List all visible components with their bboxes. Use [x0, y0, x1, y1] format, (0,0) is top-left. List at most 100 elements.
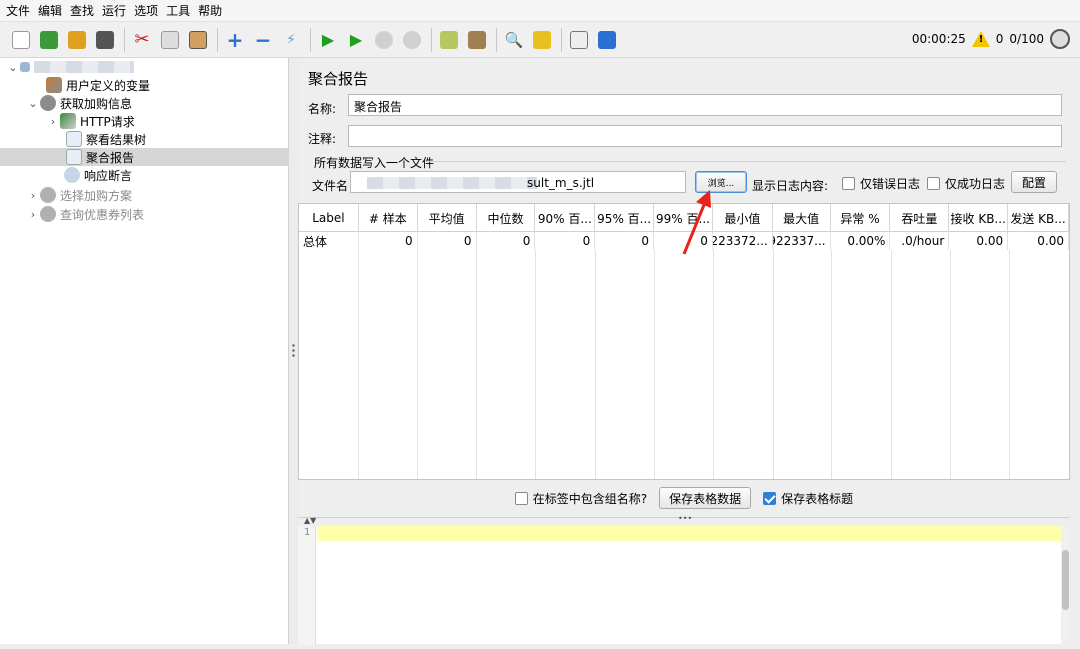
table-cell: .0/hour — [890, 232, 950, 250]
log-editor[interactable]: ▲▼ ••• 1 — [298, 514, 1070, 645]
menu-options[interactable]: 选项 — [134, 2, 158, 19]
tree-item-test-plan[interactable]: ⌄ — [6, 58, 134, 76]
column-header[interactable]: 平均值 — [418, 204, 477, 232]
open-button[interactable] — [66, 29, 88, 51]
thread-group-icon — [40, 206, 56, 222]
tree-item-choose-cart-plan[interactable]: › 选择加购方案 — [26, 186, 132, 204]
reset-search-button[interactable] — [531, 29, 553, 51]
chevron-down-icon[interactable]: ⌄ — [6, 61, 20, 74]
chevron-right-icon[interactable]: › — [46, 115, 60, 128]
current-line-highlight — [317, 526, 1062, 541]
column-header[interactable]: 最小值 — [713, 204, 773, 232]
chevron-right-icon[interactable]: › — [26, 208, 40, 221]
listener-icon — [66, 149, 82, 165]
toolbar-separator — [561, 27, 562, 52]
column-header[interactable]: 90% 百... — [535, 204, 596, 232]
test-plan-icon — [20, 62, 30, 72]
remove-button[interactable]: − — [252, 28, 274, 52]
comment-field[interactable] — [348, 125, 1062, 147]
start-button[interactable]: ▶ — [317, 29, 339, 51]
search-icon: 🔍 — [504, 30, 524, 49]
menu-file[interactable]: 文件 — [6, 2, 30, 19]
warning-icon[interactable] — [971, 31, 990, 47]
include-group-label: 在标签中包含组名称? — [532, 491, 648, 506]
menu-run[interactable]: 运行 — [102, 2, 126, 19]
chevron-down-icon[interactable]: ⌄ — [26, 97, 40, 110]
checkbox-box[interactable] — [842, 177, 855, 190]
column-header[interactable]: 接收 KB... — [949, 204, 1009, 232]
search-button[interactable]: 🔍 — [503, 29, 525, 51]
template-button[interactable] — [38, 29, 60, 51]
column-header[interactable]: 95% 百... — [595, 204, 655, 232]
editor-scrollbar[interactable] — [1061, 526, 1070, 645]
save-table-data-button[interactable]: 保存表格数据 — [659, 487, 752, 509]
success-only-checkbox[interactable]: 仅成功日志 — [927, 175, 1005, 192]
tree-item-aggregate-report[interactable]: 聚合报告 — [0, 148, 289, 166]
column-header[interactable]: Label — [299, 204, 359, 232]
stop-button[interactable] — [373, 29, 395, 51]
column-header[interactable]: # 样本 — [359, 204, 418, 232]
column-header[interactable]: 中位数 — [477, 204, 536, 232]
tree-item-label: 选择加购方案 — [60, 188, 133, 203]
shutdown-button[interactable] — [401, 29, 423, 51]
new-button[interactable] — [10, 29, 32, 51]
drag-handle-icon[interactable]: ••• — [678, 514, 692, 523]
menu-search[interactable]: 查找 — [70, 2, 94, 19]
paste-button[interactable] — [187, 29, 209, 51]
grid-line — [477, 250, 536, 479]
cut-button[interactable]: ✂ — [131, 29, 153, 51]
include-group-checkbox[interactable]: 在标签中包含组名称? — [514, 490, 648, 507]
errors-only-checkbox[interactable]: 仅错误日志 — [842, 175, 920, 192]
elapsed-timer: 00:00:25 — [911, 32, 966, 46]
menu-help[interactable]: 帮助 — [198, 2, 222, 19]
checkbox-box-checked[interactable] — [763, 491, 777, 505]
help-button[interactable] — [596, 29, 618, 51]
log-content-label: 显示日志内容: — [752, 179, 829, 193]
table-cell: 0 — [359, 232, 418, 250]
clear-button[interactable] — [438, 29, 460, 51]
file-group-title: 所有数据写入一个文件 — [314, 156, 435, 170]
grid-line — [951, 250, 1010, 479]
table-cell: 0 — [418, 232, 477, 250]
checkbox-box[interactable] — [927, 177, 940, 190]
save-button[interactable] — [94, 29, 116, 51]
table-cell: 9223372... — [713, 232, 773, 250]
name-field[interactable]: 聚合报告 — [348, 94, 1062, 116]
scrollbar-thumb[interactable] — [1062, 550, 1069, 610]
tree-item-user-variables[interactable]: 用户定义的变量 — [46, 76, 150, 94]
new-icon — [12, 30, 30, 49]
column-header[interactable]: 最大值 — [773, 204, 831, 232]
tree-item-view-results-tree[interactable]: 察看结果树 — [66, 130, 146, 148]
column-header[interactable]: 发送 KB... — [1008, 204, 1069, 232]
function-helper-button[interactable] — [568, 29, 590, 51]
stop-icon — [375, 30, 393, 49]
tree-item-response-assertion[interactable]: 响应断言 — [64, 166, 132, 184]
comment-label: 注释: — [308, 132, 337, 146]
table-cell: 0 — [535, 232, 596, 250]
clear-all-button[interactable] — [466, 29, 488, 51]
add-button[interactable]: + — [224, 28, 246, 52]
test-plan-tree: ⌄ 用户定义的变量 ⌄ 获取加购信息 › HTTP请求 察看结果树 聚合报告 响… — [0, 58, 289, 644]
menu-edit[interactable]: 编辑 — [38, 2, 62, 19]
panel-splitter[interactable] — [289, 58, 298, 644]
column-header[interactable]: 吞吐量 — [890, 204, 950, 232]
start-no-pause-button[interactable]: ▶ — [345, 29, 367, 51]
thread-count: 0/100 — [1009, 32, 1044, 46]
tree-item-get-cart-info[interactable]: ⌄ 获取加购信息 — [26, 94, 132, 112]
toggle-button[interactable]: ⚡ — [280, 29, 302, 51]
column-header[interactable]: 异常 % — [831, 204, 891, 232]
configure-button[interactable]: 配置 — [1011, 171, 1057, 193]
chevron-right-icon[interactable]: › — [26, 189, 40, 202]
toggle-icon: ⚡ — [286, 31, 296, 48]
collapse-arrows-icon[interactable]: ▲▼ — [304, 516, 316, 525]
tree-item-query-coupon-list[interactable]: › 查询优惠券列表 — [26, 205, 144, 223]
menu-tools[interactable]: 工具 — [166, 2, 190, 19]
arrow-shaft — [682, 199, 708, 255]
tree-item-label: 查询优惠券列表 — [60, 207, 145, 222]
remote-globe-icon[interactable] — [1050, 29, 1070, 49]
copy-button[interactable] — [159, 29, 181, 51]
save-table-header-checkbox[interactable]: 保存表格标题 — [763, 490, 853, 507]
checkbox-box[interactable] — [514, 491, 528, 505]
tree-item-http-request[interactable]: › HTTP请求 — [46, 112, 135, 130]
filename-field[interactable]: sult_m_s.jtl — [350, 171, 686, 193]
